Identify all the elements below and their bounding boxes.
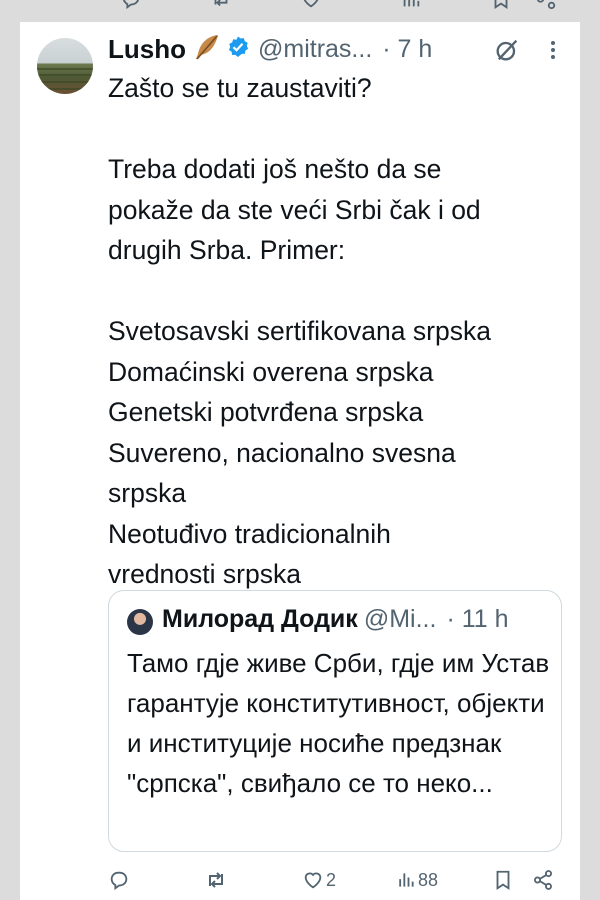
- quoted-timestamp: · 11 h: [446, 605, 509, 633]
- quoted-avatar[interactable]: [127, 609, 153, 635]
- views-count: 88: [418, 869, 439, 890]
- display-name[interactable]: Lusho: [108, 34, 186, 65]
- bookmark-icon[interactable]: [490, 0, 512, 10]
- like-icon[interactable]: [300, 0, 322, 10]
- quoted-header: Милорад Додик @Mi... · 11 h: [162, 605, 509, 634]
- verified-icon: [228, 36, 249, 57]
- reply-icon: [110, 871, 128, 891]
- like-button[interactable]: 2: [302, 866, 336, 894]
- quoted-handle: @Mi...: [363, 605, 437, 633]
- previous-tweet-actions: [20, 0, 580, 14]
- tweet-header: Lusho @mitras... · 7 h: [108, 33, 432, 65]
- bookmark-button[interactable]: [492, 866, 514, 894]
- avatar[interactable]: [37, 38, 93, 94]
- grok-icon[interactable]: [493, 36, 521, 64]
- handle[interactable]: @mitras...: [258, 35, 372, 64]
- tweet-text: Zašto se tu zaustaviti? Treba dodati još…: [108, 73, 491, 589]
- repost-icon[interactable]: [210, 0, 232, 10]
- views-icon[interactable]: [400, 0, 422, 10]
- quoted-tweet[interactable]: Милорад Додик @Mi... · 11 h Тамо гдје жи…: [108, 590, 562, 852]
- repost-button[interactable]: [204, 866, 230, 894]
- reply-button[interactable]: [108, 866, 132, 894]
- quoted-display-name: Милорад Додик: [162, 605, 358, 633]
- feather-icon: [196, 34, 218, 60]
- views-button[interactable]: 88: [396, 866, 438, 894]
- share-icon[interactable]: [535, 0, 557, 10]
- more-icon[interactable]: [547, 38, 559, 62]
- views-icon: [399, 873, 414, 887]
- feather-emoji: [192, 32, 222, 67]
- bookmark-icon: [496, 870, 510, 890]
- like-count: 2: [326, 869, 337, 890]
- share-icon: [534, 870, 552, 890]
- verified-badge: [226, 35, 250, 64]
- repost-icon: [209, 872, 223, 888]
- quoted-text: Тамо гдје живе Срби, гдје им Устав гаран…: [127, 648, 550, 798]
- share-button[interactable]: [532, 866, 554, 894]
- timestamp[interactable]: · 7 h: [382, 35, 432, 64]
- reply-icon[interactable]: [120, 0, 142, 10]
- like-icon: [304, 872, 322, 889]
